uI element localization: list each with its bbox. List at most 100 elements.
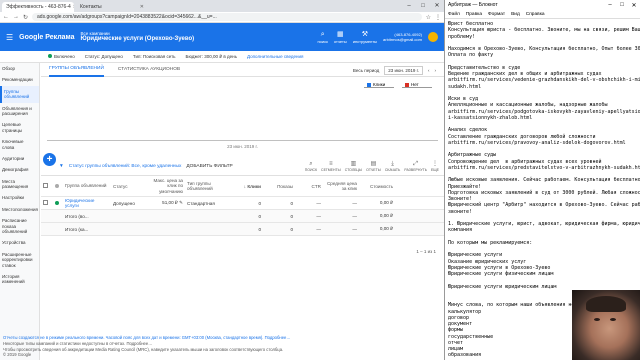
sidebar-item-audiences[interactable]: Аудитории bbox=[0, 153, 39, 164]
chevron-left-icon[interactable]: ‹ bbox=[428, 68, 430, 73]
chevron-right-icon[interactable]: › bbox=[435, 68, 437, 73]
close-icon[interactable]: ✕ bbox=[430, 0, 444, 12]
notepad-titlebar: Арбитраж — Блокнот – □ ✕ bbox=[445, 0, 640, 10]
close-icon[interactable]: ✕ bbox=[73, 2, 74, 12]
header-tool-reports[interactable]: ▦ отчеты bbox=[334, 31, 347, 44]
sidebar-item-change-history[interactable]: История изменений bbox=[0, 271, 39, 288]
sidebar-item-keywords[interactable]: Ключевые слова bbox=[0, 136, 39, 153]
filter-row: ▼ Статус группы объявлений: Все, кроме у… bbox=[59, 159, 444, 173]
menu-item-help[interactable]: Справка bbox=[526, 12, 545, 17]
add-button[interactable]: + bbox=[43, 153, 56, 166]
chart-metric2-select[interactable]: Нет bbox=[402, 82, 432, 88]
column-header[interactable]: Показы bbox=[263, 184, 295, 189]
maximize-icon[interactable]: □ bbox=[616, 2, 628, 9]
table-tool-reports[interactable]: ▤ ОТЧЕТЫ bbox=[366, 161, 381, 172]
column-header[interactable]: Статус bbox=[111, 184, 145, 189]
cpc-value: 51,00 ₽ bbox=[162, 200, 178, 205]
ads-logo[interactable]: Google Реклама bbox=[19, 34, 74, 41]
browser-tab-contacts[interactable]: Контакты ✕ bbox=[76, 2, 148, 12]
select-all-checkbox[interactable] bbox=[43, 183, 48, 188]
header-tool-settings[interactable]: ⚒ инструменты bbox=[353, 31, 377, 44]
status-dot-icon[interactable] bbox=[55, 200, 59, 205]
tab-ad-groups[interactable]: ГРУППЫ ОБЪЯВЛЕНИЙ bbox=[49, 63, 104, 77]
column-header[interactable]: Макс. цена за клик по умолчанию bbox=[145, 178, 185, 194]
table-tool-expand[interactable]: ⤢ РАЗВЕРНУТЬ bbox=[404, 161, 427, 172]
back-icon[interactable]: ← bbox=[3, 14, 9, 20]
columns-icon: ▥ bbox=[350, 160, 357, 167]
avatar[interactable] bbox=[428, 32, 438, 42]
forward-icon[interactable]: → bbox=[13, 14, 19, 20]
close-icon[interactable]: ✕ bbox=[140, 2, 144, 12]
table-tool-more[interactable]: ⋮ ЕЩЕ bbox=[431, 161, 439, 172]
ctr-cell: — bbox=[316, 213, 321, 219]
sidebar-item-placements[interactable]: Места размещения bbox=[0, 176, 39, 193]
sidebar-item-demographics[interactable]: Демография bbox=[0, 164, 39, 175]
column-header[interactable]: Стоимость bbox=[359, 184, 395, 189]
table-tool-segments[interactable]: ≡ СЕГМЕНТЫ bbox=[321, 161, 341, 172]
column-header[interactable]: Группа объявлений bbox=[63, 183, 111, 188]
chart-metric1-select[interactable]: Клики bbox=[364, 82, 394, 88]
tab-auction-insights[interactable]: СТАТИСТИКА АУКЦИОНОВ bbox=[118, 67, 180, 72]
row-status-cell bbox=[53, 200, 63, 206]
download-icon: ⤓ bbox=[391, 160, 394, 167]
sidebar-item-recommendations[interactable]: Рекомендации bbox=[0, 74, 39, 85]
table-tools: ⌕ ПОИСК ≡ СЕГМЕНТЫ ▥ СТОЛБЦЫ ▤ ОТЧЕТЫ ⤓ СКАЧА… bbox=[305, 161, 444, 172]
account-selector[interactable]: Все кампании Юридические услуги (Орехово… bbox=[81, 31, 195, 44]
maximize-icon[interactable]: □ bbox=[416, 0, 430, 12]
sidebar-item-ads[interactable]: Объявления и расширения bbox=[0, 103, 39, 120]
table-tool-search[interactable]: ⌕ ПОИСК bbox=[305, 161, 317, 172]
avg-cpc-cell: — bbox=[352, 213, 357, 219]
column-header[interactable]: CTR bbox=[295, 184, 323, 189]
campaign-budget[interactable]: Бюджет: 300,00 ₽ в день bbox=[186, 54, 238, 60]
status-filter[interactable]: Статус группы объявлений: Все, кроме уда… bbox=[69, 164, 182, 169]
sidebar-item-locations[interactable]: Местоположения bbox=[0, 204, 39, 215]
minimize-icon[interactable]: – bbox=[604, 2, 616, 9]
sidebar-item-devices[interactable]: Устройства bbox=[0, 237, 39, 248]
header-tools: ⌕ поиск ▦ отчеты ⚒ инструменты bbox=[317, 31, 377, 44]
ad-group-cpc[interactable]: 51,00 ₽ ✎ bbox=[145, 200, 185, 206]
table-tool-download[interactable]: ⤓ СКАЧАТЬ bbox=[385, 161, 400, 172]
address-bar[interactable]: ads.google.com/aw/adgroups?campaignId=20… bbox=[32, 13, 422, 21]
row-checkbox[interactable] bbox=[43, 200, 48, 205]
header-tool-label: поиск bbox=[317, 38, 328, 44]
table-tool-columns[interactable]: ▥ СТОЛБЦЫ bbox=[345, 161, 362, 172]
ad-group-type: Стандартная bbox=[187, 200, 215, 206]
date-range-label: Весь период bbox=[352, 67, 380, 73]
menu-item-edit[interactable]: Правка bbox=[466, 12, 482, 17]
webcam-overlay bbox=[572, 290, 640, 360]
sidebar-item-overview[interactable]: Обзор bbox=[0, 63, 39, 74]
column-header[interactable]: Средняя цена за клик bbox=[323, 181, 359, 192]
campaign-enabled[interactable]: Включено bbox=[48, 54, 75, 59]
sidebar-item-settings[interactable]: Настройки bbox=[0, 192, 39, 203]
browser-tab-ads[interactable]: Эффективность - 463-876-4 ✕ bbox=[2, 2, 74, 12]
sidebar-item-ad-groups[interactable]: Группы объявлений bbox=[0, 85, 39, 103]
minimize-icon[interactable]: – bbox=[402, 0, 416, 12]
browser-window: Эффективность - 463-876-4 ✕ Контакты ✕ –… bbox=[0, 0, 444, 360]
screen: Эффективность - 463-876-4 ✕ Контакты ✕ –… bbox=[0, 0, 640, 360]
menu-icon[interactable]: ⋮ bbox=[435, 14, 441, 21]
copyright: © 2019 Google bbox=[3, 352, 32, 358]
account-info: (463-876-4092) arbitrmos@gmail.com bbox=[383, 32, 422, 42]
more-details-link[interactable]: Дополнительные сведения bbox=[247, 54, 303, 59]
sidebar-item-bid-adjustments[interactable]: Расширенные корректировки ставок bbox=[0, 249, 39, 271]
star-icon[interactable]: ☆ bbox=[426, 14, 431, 21]
menu-item-format[interactable]: Формат bbox=[488, 12, 505, 17]
menu-item-file[interactable]: Файл bbox=[448, 12, 460, 17]
header-tool-search[interactable]: ⌕ поиск bbox=[317, 31, 327, 44]
add-filter-button[interactable]: ДОБАВИТЬ ФИЛЬТР bbox=[186, 164, 232, 169]
column-header[interactable]: Тип группы объявлений bbox=[185, 181, 235, 192]
account-name: Юридические услуги (Орехово-Зуево) bbox=[80, 36, 195, 43]
avg-cpc-cell: — bbox=[352, 226, 357, 232]
sidebar-item-ad-schedule[interactable]: Расписание показа объявлений bbox=[0, 215, 39, 237]
ad-group-name-link[interactable]: Юридические услуги bbox=[63, 198, 111, 209]
table-row[interactable]: Юридические услуги Допущено 51,00 ₽ ✎ Ст… bbox=[41, 197, 444, 210]
menu-item-view[interactable]: Вид bbox=[511, 12, 520, 17]
filter-icon[interactable]: ▼ bbox=[59, 164, 64, 169]
reload-icon[interactable]: ↻ bbox=[23, 14, 28, 21]
date-range-picker[interactable]: 23 июн. 2019 г. bbox=[384, 65, 423, 75]
sidebar-item-landing-pages[interactable]: Целевые страницы bbox=[0, 119, 39, 136]
column-header[interactable]: ↓ Клики bbox=[235, 184, 263, 189]
menu-icon[interactable]: ☰ bbox=[6, 33, 13, 42]
close-icon[interactable]: ✕ bbox=[628, 2, 640, 9]
edit-icon[interactable]: ✎ bbox=[179, 200, 183, 205]
